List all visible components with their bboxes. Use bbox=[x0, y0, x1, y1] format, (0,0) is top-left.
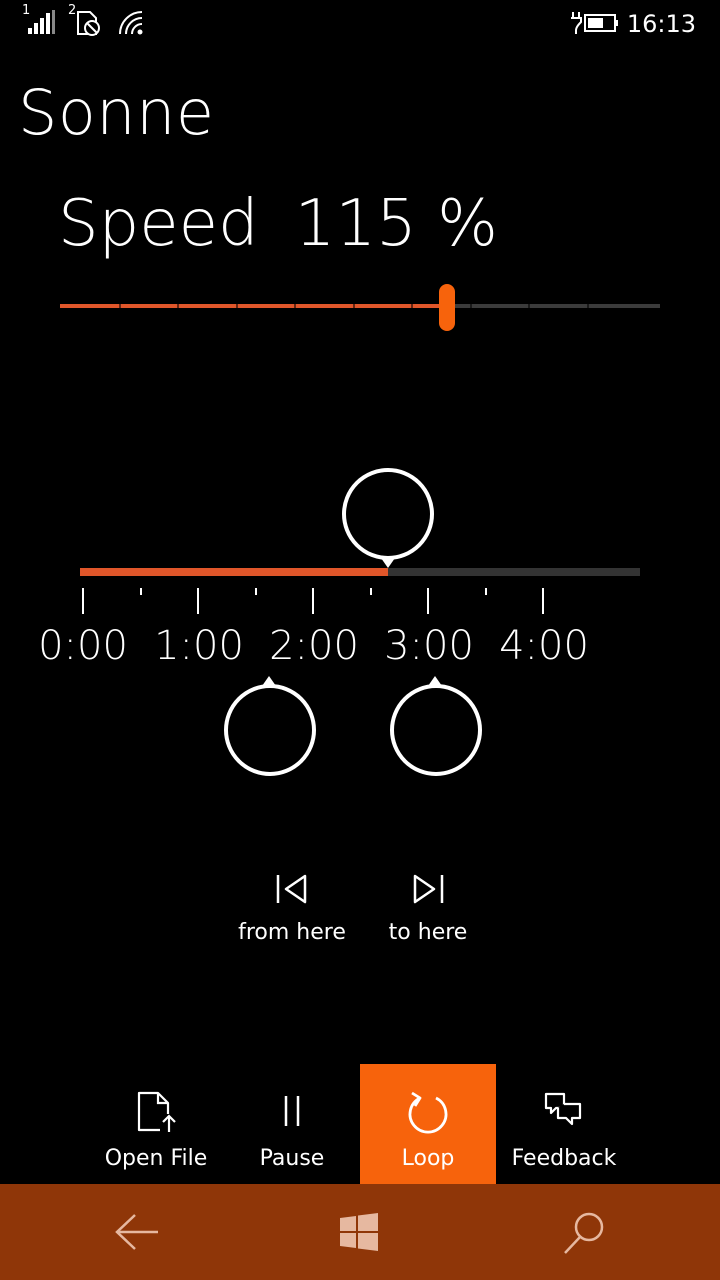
speed-slider-thumb[interactable] bbox=[439, 284, 455, 331]
windows-logo-icon[interactable] bbox=[339, 1212, 379, 1252]
navigation-bar bbox=[0, 1184, 720, 1280]
speed-value: 115 % bbox=[294, 187, 498, 261]
speed-slider-tick bbox=[236, 304, 238, 308]
loop-button[interactable]: Loop bbox=[360, 1064, 496, 1184]
to-here-label: to here bbox=[388, 920, 468, 945]
skip-to-end-icon bbox=[413, 874, 444, 904]
timeline-minor-tick bbox=[370, 588, 372, 595]
loop-start-thumb[interactable] bbox=[224, 684, 316, 776]
time-label-0: 0:00 bbox=[38, 623, 128, 669]
timeline-major-tick bbox=[312, 588, 314, 614]
feedback-icon bbox=[544, 1092, 582, 1126]
feedback-label: Feedback bbox=[511, 1146, 617, 1171]
pause-icon bbox=[284, 1096, 300, 1126]
speed-slider-tick bbox=[119, 304, 121, 308]
pause-button[interactable]: Pause bbox=[224, 1064, 360, 1184]
speed-slider-tick bbox=[294, 304, 296, 308]
skip-to-start-icon bbox=[276, 874, 307, 904]
speed-readout: Speed 115 % bbox=[58, 192, 498, 256]
search-icon[interactable] bbox=[562, 1210, 608, 1256]
time-label-4: 4:00 bbox=[499, 623, 589, 669]
open-file-label: Open File bbox=[104, 1146, 208, 1171]
timeline-minor-tick bbox=[255, 588, 257, 595]
battery-charging-icon bbox=[571, 12, 618, 34]
timeline-major-tick bbox=[542, 588, 544, 614]
feedback-button[interactable]: Feedback bbox=[496, 1064, 632, 1184]
app-bar: Open File Pause Loop Feedback bbox=[0, 1064, 720, 1184]
wifi-icon bbox=[119, 11, 143, 35]
back-arrow-icon[interactable] bbox=[114, 1212, 160, 1252]
position-thumb[interactable] bbox=[342, 468, 434, 560]
loop-label: Loop bbox=[401, 1146, 455, 1171]
speed-slider-tick bbox=[353, 304, 355, 308]
speed-label: Speed bbox=[58, 187, 259, 261]
open-file-icon bbox=[137, 1091, 176, 1132]
time-label-1: 1:00 bbox=[154, 623, 244, 669]
timeline-minor-tick bbox=[140, 588, 142, 595]
timeline-minor-tick bbox=[485, 588, 487, 595]
speed-slider[interactable] bbox=[60, 284, 660, 332]
pause-label: Pause bbox=[259, 1146, 325, 1171]
open-file-button[interactable]: Open File bbox=[88, 1064, 224, 1184]
time-label-2: 2:00 bbox=[269, 623, 359, 669]
position-fill bbox=[80, 568, 388, 576]
speed-slider-fill bbox=[60, 304, 443, 308]
time-label-3: 3:00 bbox=[384, 623, 474, 669]
speed-slider-tick bbox=[470, 304, 472, 308]
signal-strength-icon bbox=[28, 10, 55, 34]
from-here-button[interactable]: from here bbox=[227, 872, 357, 945]
song-title: Sonne bbox=[18, 76, 215, 149]
loop-icon bbox=[408, 1091, 448, 1134]
playback-position-slider[interactable] bbox=[80, 568, 640, 576]
speed-slider-tick bbox=[177, 304, 179, 308]
from-here-label: from here bbox=[238, 920, 346, 945]
clock: 16:13 bbox=[626, 10, 696, 38]
to-here-button[interactable]: to here bbox=[363, 872, 493, 945]
timeline-major-tick bbox=[82, 588, 84, 614]
timeline-major-tick bbox=[197, 588, 199, 614]
loop-end-thumb[interactable] bbox=[390, 684, 482, 776]
speed-slider-tick bbox=[528, 304, 530, 308]
position-thumb-pointer bbox=[381, 558, 395, 568]
sim-no-service-icon bbox=[77, 11, 100, 36]
timeline-major-tick bbox=[427, 588, 429, 614]
speed-slider-tick bbox=[587, 304, 589, 308]
status-bar: 1 2 16:13 bbox=[0, 0, 720, 50]
speed-slider-tick bbox=[411, 304, 413, 308]
